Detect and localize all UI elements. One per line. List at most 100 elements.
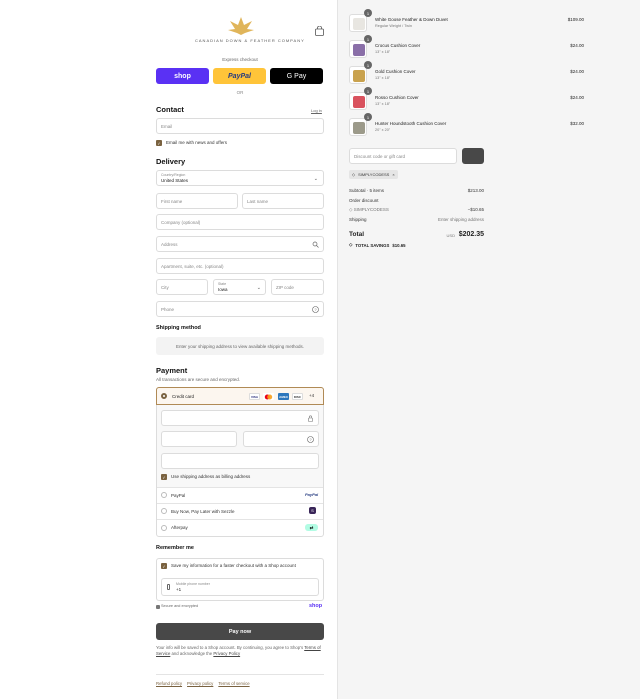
expiration-field[interactable] bbox=[161, 431, 237, 447]
discount-code-row: ◇ SIMPLYCODESS −$10.65 bbox=[349, 207, 484, 213]
state-select[interactable]: State Iowa ⌄ bbox=[213, 279, 266, 295]
order-discount-label: Order discount bbox=[349, 198, 379, 203]
quantity-badge: 1 bbox=[364, 87, 372, 95]
help-icon[interactable]: ? bbox=[312, 306, 319, 313]
paypal-option[interactable]: PayPal bbox=[157, 487, 323, 503]
last-name-field[interactable]: Last name bbox=[242, 193, 324, 209]
product-image bbox=[353, 70, 365, 82]
news-checkbox[interactable]: ✓ bbox=[156, 140, 162, 146]
total-value: $202.35 bbox=[458, 231, 484, 238]
first-name-field[interactable]: First name bbox=[156, 193, 238, 209]
footer-links: Refund policy Privacy policy Terms of se… bbox=[156, 681, 250, 686]
product-variant: 13" x 18" bbox=[375, 102, 391, 106]
city-field[interactable]: City bbox=[156, 279, 208, 295]
login-link[interactable]: Log in bbox=[311, 108, 322, 113]
phone-field[interactable]: Phone ? bbox=[156, 301, 324, 317]
product-price: $24.00 bbox=[570, 69, 584, 74]
maple-leaf-icon bbox=[228, 17, 254, 35]
save-info-label: Save my information for a faster checkou… bbox=[171, 563, 296, 568]
legal-and-text: and acknowledge the bbox=[171, 651, 213, 656]
shipping-value: Enter shipping address bbox=[437, 217, 484, 222]
shop-legal-text: Your info will be saved to a Shop accoun… bbox=[156, 645, 324, 657]
product-name: Crocus Cushion Cover bbox=[375, 43, 421, 48]
order-discount-row: Order discount bbox=[349, 198, 484, 203]
paypal-radio[interactable] bbox=[161, 492, 167, 498]
shipping-methods-placeholder: Enter your shipping address to view avai… bbox=[156, 337, 324, 355]
cart-item: 1 White Goose Feather & Down Duvet Regul… bbox=[349, 9, 584, 34]
country-select[interactable]: Country/Region United States ⌄ bbox=[156, 170, 324, 186]
paypal-button[interactable]: PayPal bbox=[213, 68, 266, 84]
discount-tag: ◇ SIMPLYCODESS × bbox=[349, 170, 398, 179]
state-label: State bbox=[218, 282, 227, 286]
sezzle-option[interactable]: Buy Now, Pay Later with Sezzle bbox=[157, 503, 323, 519]
cart-item: 1 Gold Cushion Cover 13" x 18" $24.00 bbox=[349, 61, 584, 86]
apartment-field[interactable]: Apartment, suite, etc. (optional) bbox=[156, 258, 324, 274]
remember-me-heading: Remember me bbox=[156, 545, 194, 551]
company-field[interactable]: Company (optional) bbox=[156, 214, 324, 230]
lock-icon bbox=[308, 415, 313, 422]
remove-discount-icon[interactable]: × bbox=[392, 172, 394, 177]
cart-item: 1 Rosso Cushion Cover 13" x 18" $24.00 bbox=[349, 87, 584, 112]
shop-pay-button[interactable]: shop bbox=[156, 68, 209, 84]
security-code-field[interactable]: ? bbox=[243, 431, 319, 447]
save-info-checkbox[interactable]: ✓ bbox=[161, 563, 167, 569]
search-icon bbox=[312, 241, 319, 248]
product-price: $32.00 bbox=[570, 121, 584, 126]
product-name: White Goose Feather & Down Duvet bbox=[375, 17, 448, 22]
product-variant: 13" x 18" bbox=[375, 76, 391, 80]
paypal-logo-icon: PayPal bbox=[305, 492, 319, 497]
card-number-field[interactable] bbox=[161, 410, 319, 426]
express-checkout-label: Express checkout bbox=[222, 57, 258, 62]
pay-now-button[interactable]: Pay now bbox=[156, 623, 324, 640]
privacy-policy-link[interactable]: Privacy policy bbox=[187, 681, 213, 686]
zip-field[interactable]: ZIP code bbox=[271, 279, 324, 295]
phone-placeholder: Phone bbox=[161, 306, 175, 312]
email-field[interactable]: Email bbox=[156, 118, 324, 134]
apply-discount-button[interactable] bbox=[462, 148, 484, 164]
subtotal-row: Subtotal · 5 items $213.00 bbox=[349, 188, 484, 193]
sezzle-radio[interactable] bbox=[161, 508, 167, 514]
tag-icon: ◇ bbox=[352, 172, 356, 177]
discover-icon: DISC bbox=[292, 393, 303, 400]
discount-tag-code: SIMPLYCODESS bbox=[358, 172, 390, 177]
product-image bbox=[353, 18, 365, 30]
product-image bbox=[353, 44, 365, 56]
mobile-phone-label: Mobile phone number bbox=[176, 582, 210, 586]
mobile-phone-field[interactable]: Mobile phone number +1 bbox=[161, 578, 319, 596]
mastercard-icon bbox=[263, 393, 274, 400]
billing-same-checkbox[interactable]: ✓ bbox=[161, 474, 167, 480]
billing-same-label: Use shipping address as billing address bbox=[171, 474, 251, 479]
discount-value: −$10.65 bbox=[467, 207, 484, 212]
afterpay-radio[interactable] bbox=[161, 525, 167, 531]
privacy-link[interactable]: Privacy Policy bbox=[213, 651, 240, 656]
svg-text:?: ? bbox=[314, 307, 317, 312]
brand-logo[interactable]: CANADIAN DOWN & FEATHER COMPANY bbox=[195, 17, 304, 43]
total-label: Total bbox=[349, 231, 365, 238]
secure-label: Secure and encrypted bbox=[161, 604, 199, 608]
quantity-badge: 1 bbox=[364, 113, 372, 121]
total-savings-label: TOTAL SAVINGS bbox=[355, 242, 390, 248]
afterpay-option-label: Afterpay bbox=[171, 525, 188, 530]
credit-card-radio[interactable] bbox=[161, 393, 167, 399]
afterpay-option[interactable]: Afterpay bbox=[157, 519, 323, 535]
shopping-bag-icon[interactable] bbox=[315, 26, 324, 36]
product-name: Gold Cushion Cover bbox=[375, 69, 416, 74]
product-name: Hunter Houndstooth Cushion Cover bbox=[375, 121, 447, 126]
product-thumbnail bbox=[349, 40, 367, 58]
help-icon[interactable]: ? bbox=[307, 436, 314, 443]
product-price: $24.00 bbox=[570, 95, 584, 100]
discount-code-input[interactable]: Discount code or gift card bbox=[349, 148, 457, 164]
chevron-down-icon: ⌄ bbox=[256, 285, 261, 291]
quantity-badge: 1 bbox=[364, 61, 372, 69]
shop-logo: shop bbox=[309, 603, 323, 609]
name-on-card-field[interactable] bbox=[161, 453, 319, 469]
google-pay-button[interactable]: G Pay bbox=[270, 68, 323, 84]
footer-divider bbox=[156, 674, 324, 675]
svg-text:?: ? bbox=[309, 437, 312, 442]
product-price: $24.00 bbox=[570, 43, 584, 48]
product-thumbnail bbox=[349, 118, 367, 136]
address-field[interactable]: Address bbox=[156, 236, 324, 252]
refund-policy-link[interactable]: Refund policy bbox=[156, 681, 182, 686]
terms-of-service-link[interactable]: Terms of service bbox=[218, 681, 249, 686]
afterpay-logo-icon: ⇄ bbox=[305, 524, 318, 531]
